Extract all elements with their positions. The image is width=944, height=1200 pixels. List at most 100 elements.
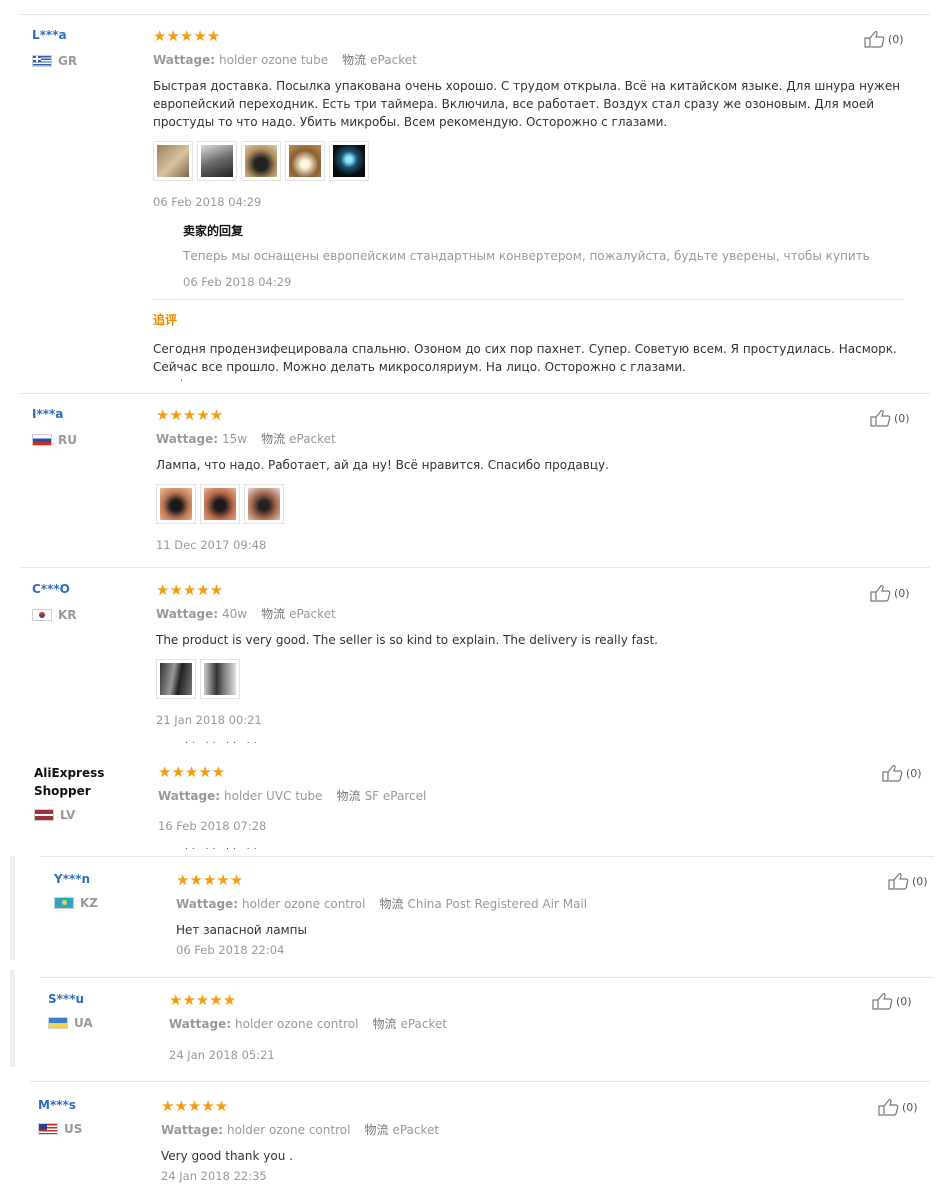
review-text: The product is very good. The seller is …	[156, 633, 658, 647]
wattage-label: Wattage:	[156, 607, 219, 621]
shipping-value: ePacket	[400, 1017, 448, 1031]
review-date: 16 Feb 2018 07:28	[158, 819, 267, 833]
flag-us-icon	[38, 1123, 58, 1135]
product-attributes: Wattage: holder ozone tube 物流 ePacket	[153, 51, 903, 68]
country-code: KR	[58, 608, 77, 622]
country-code: GR	[58, 54, 78, 68]
wattage-value: holder ozone tube	[219, 53, 329, 67]
reviewer-name[interactable]: I***a	[32, 407, 77, 421]
truncated-marker: .. .. .. ..	[185, 842, 261, 852]
review-date: 11 Dec 2017 09:48	[156, 538, 267, 552]
thumbs-up-icon	[888, 873, 909, 890]
wattage-label: Wattage:	[161, 1123, 224, 1137]
country-code: LV	[60, 808, 76, 822]
reviewer-country: UA	[48, 1016, 93, 1030]
truncated-marker: .	[180, 374, 187, 384]
review-photos	[153, 141, 903, 181]
divider	[20, 14, 930, 15]
additional-review-text: Сегодня продензифецировала спальню. Озон…	[153, 342, 897, 374]
wattage-value: holder ozone control	[227, 1123, 351, 1137]
rating-stars: ★★★★★	[169, 991, 237, 1009]
product-attributes: Wattage: 15w 物流 ePacket	[156, 430, 896, 447]
review-photo-thumbnail[interactable]	[285, 141, 325, 181]
country-code: UA	[74, 1016, 93, 1030]
rating-stars: ★★★★★	[153, 27, 221, 45]
divider	[30, 1081, 930, 1082]
wattage-label: Wattage:	[176, 897, 239, 911]
reviewer-name[interactable]: AliExpress Shopper	[34, 764, 124, 800]
review-photo-thumbnail[interactable]	[156, 659, 196, 699]
review-photo-thumbnail[interactable]	[156, 484, 196, 524]
reviewer-name[interactable]: C***O	[32, 582, 77, 596]
shipping-label: 物流	[364, 1123, 389, 1137]
rating-stars: ★★★★★	[176, 871, 244, 889]
wattage-value: 40w	[222, 607, 248, 621]
wattage-value: 15w	[222, 432, 248, 446]
flag-ru-icon	[32, 434, 52, 446]
wattage-value: holder ozone control	[242, 897, 366, 911]
product-attributes: Wattage: holder ozone control 物流 ePacket	[161, 1121, 861, 1138]
shipping-value: China Post Registered Air Mail	[407, 897, 588, 911]
country-code: RU	[58, 433, 77, 447]
shipping-value: ePacket	[289, 607, 336, 621]
shipping-value: SF eParcel	[364, 789, 427, 803]
flag-kr-icon	[32, 609, 52, 621]
helpful-button[interactable]: (0)	[882, 764, 922, 782]
helpful-count: (0)	[906, 766, 922, 780]
helpful-button[interactable]: (0)	[872, 992, 912, 1010]
thumbs-up-icon	[870, 410, 891, 427]
review-photo-thumbnail[interactable]	[200, 484, 240, 524]
shipping-label: 物流	[261, 607, 286, 621]
truncated-marker: .. .. .. ..	[185, 736, 261, 746]
thumbs-up-icon	[882, 765, 903, 782]
shipping-label: 物流	[261, 432, 286, 446]
thumbs-up-icon	[878, 1099, 899, 1116]
thumbs-up-icon	[864, 31, 885, 48]
helpful-count: (0)	[894, 411, 910, 425]
helpful-count: (0)	[896, 994, 912, 1008]
reviewer-name[interactable]: M***s	[38, 1098, 82, 1112]
seller-reply-date: 06 Feb 2018 04:29	[183, 275, 292, 289]
reviewer-name[interactable]: S***u	[48, 992, 93, 1006]
review-photo-thumbnail[interactable]	[200, 659, 240, 699]
wattage-label: Wattage:	[169, 1017, 232, 1031]
flag-ua-icon	[48, 1017, 68, 1029]
divider	[40, 977, 934, 978]
thumbs-up-icon	[870, 585, 891, 602]
review-text: Лампа, что надо. Работает, ай да ну! Всё…	[156, 458, 609, 472]
rating-stars: ★★★★★	[156, 581, 224, 599]
additional-review: 追评 Сегодня продензифецировала спальню. О…	[153, 311, 903, 376]
shipping-label: 物流	[372, 1017, 397, 1031]
rating-stars: ★★★★★	[158, 763, 226, 781]
helpful-button[interactable]: (0)	[878, 1098, 918, 1116]
review-photo-thumbnail[interactable]	[241, 141, 281, 181]
left-edge-bar	[10, 970, 15, 1067]
review-photos	[156, 484, 896, 524]
seller-reply-title: 卖家的回复	[183, 224, 244, 238]
wattage-value: holder UVC tube	[224, 789, 323, 803]
helpful-button[interactable]: (0)	[870, 409, 910, 427]
rating-stars: ★★★★★	[161, 1097, 229, 1115]
shipping-label: 物流	[342, 53, 367, 67]
review-photo-thumbnail[interactable]	[197, 141, 237, 181]
review-date: 06 Feb 2018 22:04	[176, 943, 285, 957]
divider	[40, 856, 934, 857]
helpful-button[interactable]: (0)	[888, 872, 928, 890]
helpful-button[interactable]: (0)	[864, 30, 904, 48]
review-photo-thumbnail[interactable]	[153, 141, 193, 181]
shipping-value: ePacket	[392, 1123, 440, 1137]
divider	[153, 299, 903, 300]
wattage-label: Wattage:	[153, 53, 216, 67]
flag-kz-icon	[54, 897, 74, 909]
review-date: 24 Jan 2018 05:21	[169, 1048, 275, 1062]
review-text: Нет запасной лампы	[176, 923, 307, 937]
reviewer-country: GR	[32, 54, 77, 68]
helpful-button[interactable]: (0)	[870, 584, 910, 602]
reviewer-name[interactable]: Y***n	[54, 872, 98, 886]
helpful-count: (0)	[894, 586, 910, 600]
reviewer-name[interactable]: L***a	[32, 28, 77, 42]
review-photo-thumbnail[interactable]	[329, 141, 369, 181]
review-date: 24 Jan 2018 22:35	[161, 1169, 267, 1183]
review-photo-thumbnail[interactable]	[244, 484, 284, 524]
wattage-value: holder ozone control	[235, 1017, 359, 1031]
